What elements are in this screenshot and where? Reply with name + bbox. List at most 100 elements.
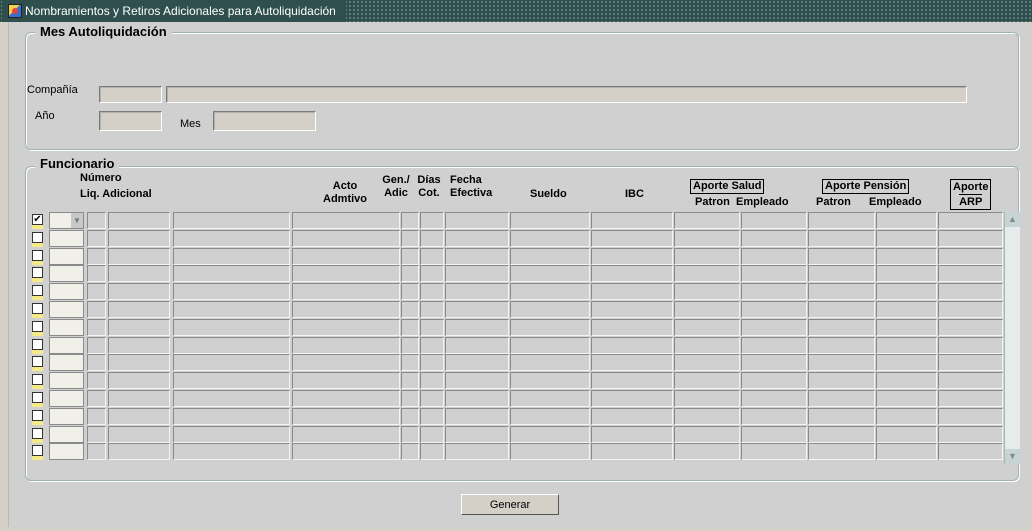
nombre-cell[interactable] [173,354,290,372]
gen-adic-cell[interactable] [401,425,419,443]
checkbox-box[interactable] [32,356,43,368]
dias-cot-cell[interactable] [420,354,444,372]
fecha-efectiva-cell[interactable] [445,229,509,247]
checkbox-box[interactable] [32,445,43,457]
numero-cell[interactable] [87,318,106,336]
patron-pension-cell[interactable] [808,229,875,247]
acto-admtivo-cell[interactable] [292,265,400,283]
ibc-cell[interactable] [591,318,673,336]
dias-cot-cell[interactable] [420,425,444,443]
numero-cell[interactable] [87,247,106,265]
patron-salud-cell[interactable] [674,372,740,390]
nombre-cell[interactable] [173,407,290,425]
gen-adic-cell[interactable] [401,318,419,336]
empleado-salud-cell[interactable] [741,372,807,390]
table-row[interactable] [29,390,1029,407]
sueldo-cell[interactable] [510,212,590,229]
sueldo-cell[interactable] [510,336,590,354]
table-row[interactable] [29,407,1029,425]
row-combo[interactable]: ▼ [49,212,84,229]
ibc-cell[interactable] [591,336,673,354]
row-select-checkbox[interactable] [32,230,43,247]
empleado-salud-cell[interactable] [741,229,807,247]
sueldo-cell[interactable] [510,301,590,318]
acto-admtivo-cell[interactable] [292,336,400,354]
aporte-arp-cell[interactable] [938,425,1003,443]
patron-pension-cell[interactable] [808,372,875,390]
row-combo[interactable] [49,283,84,301]
ibc-cell[interactable] [591,390,673,407]
patron-pension-cell[interactable] [808,283,875,301]
liq-adicional-cell[interactable] [108,247,170,265]
row-select-checkbox[interactable] [32,301,43,318]
empleado-salud-cell[interactable] [741,301,807,318]
dias-cot-cell[interactable] [420,407,444,425]
empleado-pension-cell[interactable] [876,229,937,247]
checkmark-icon[interactable]: ✔ [32,214,43,225]
row-combo[interactable] [49,407,84,425]
dias-cot-cell[interactable] [420,372,444,390]
ibc-cell[interactable] [591,247,673,265]
aporte-arp-cell[interactable] [938,212,1003,229]
row-combo[interactable] [49,372,84,390]
acto-admtivo-cell[interactable] [292,354,400,372]
fecha-efectiva-cell[interactable] [445,336,509,354]
table-row[interactable] [29,318,1029,336]
empleado-pension-cell[interactable] [876,265,937,283]
patron-pension-cell[interactable] [808,265,875,283]
chevron-down-icon[interactable]: ▼ [71,213,83,228]
fecha-efectiva-cell[interactable] [445,372,509,390]
acto-admtivo-cell[interactable] [292,283,400,301]
row-select-checkbox[interactable] [32,443,43,461]
empleado-pension-cell[interactable] [876,390,937,407]
aporte-arp-cell[interactable] [938,372,1003,390]
ibc-cell[interactable] [591,443,673,461]
row-select-checkbox[interactable] [32,319,43,336]
patron-pension-cell[interactable] [808,354,875,372]
empleado-salud-cell[interactable] [741,212,807,229]
acto-admtivo-cell[interactable] [292,443,400,461]
patron-pension-cell[interactable] [808,425,875,443]
gen-adic-cell[interactable] [401,283,419,301]
dias-cot-cell[interactable] [420,229,444,247]
table-row[interactable]: ✔ ▼ [29,212,1029,229]
row-combo[interactable] [49,425,84,443]
aporte-arp-cell[interactable] [938,265,1003,283]
nombre-cell[interactable] [173,372,290,390]
numero-cell[interactable] [87,390,106,407]
patron-salud-cell[interactable] [674,318,740,336]
patron-salud-cell[interactable] [674,265,740,283]
patron-pension-cell[interactable] [808,212,875,229]
empleado-salud-cell[interactable] [741,443,807,461]
row-select-checkbox[interactable] [32,337,43,354]
checkbox-box[interactable] [32,392,43,403]
gen-adic-cell[interactable] [401,229,419,247]
dias-cot-cell[interactable] [420,301,444,318]
patron-salud-cell[interactable] [674,229,740,247]
patron-salud-cell[interactable] [674,390,740,407]
empleado-pension-cell[interactable] [876,425,937,443]
gen-adic-cell[interactable] [401,212,419,229]
numero-cell[interactable] [87,425,106,443]
aporte-arp-cell[interactable] [938,229,1003,247]
dias-cot-cell[interactable] [420,390,444,407]
acto-admtivo-cell[interactable] [292,301,400,318]
patron-pension-cell[interactable] [808,407,875,425]
empleado-pension-cell[interactable] [876,443,937,461]
patron-salud-cell[interactable] [674,212,740,229]
sueldo-cell[interactable] [510,407,590,425]
liq-adicional-cell[interactable] [108,372,170,390]
fecha-efectiva-cell[interactable] [445,212,509,229]
fecha-efectiva-cell[interactable] [445,247,509,265]
nombre-cell[interactable] [173,265,290,283]
aporte-arp-cell[interactable] [938,336,1003,354]
scroll-down-icon[interactable]: ▼ [1005,449,1020,464]
fecha-efectiva-cell[interactable] [445,318,509,336]
table-row[interactable] [29,265,1029,283]
aporte-arp-cell[interactable] [938,407,1003,425]
sueldo-cell[interactable] [510,318,590,336]
nombre-cell[interactable] [173,229,290,247]
checkbox-box[interactable] [32,267,43,279]
mes-field[interactable] [213,111,316,131]
ibc-cell[interactable] [591,283,673,301]
